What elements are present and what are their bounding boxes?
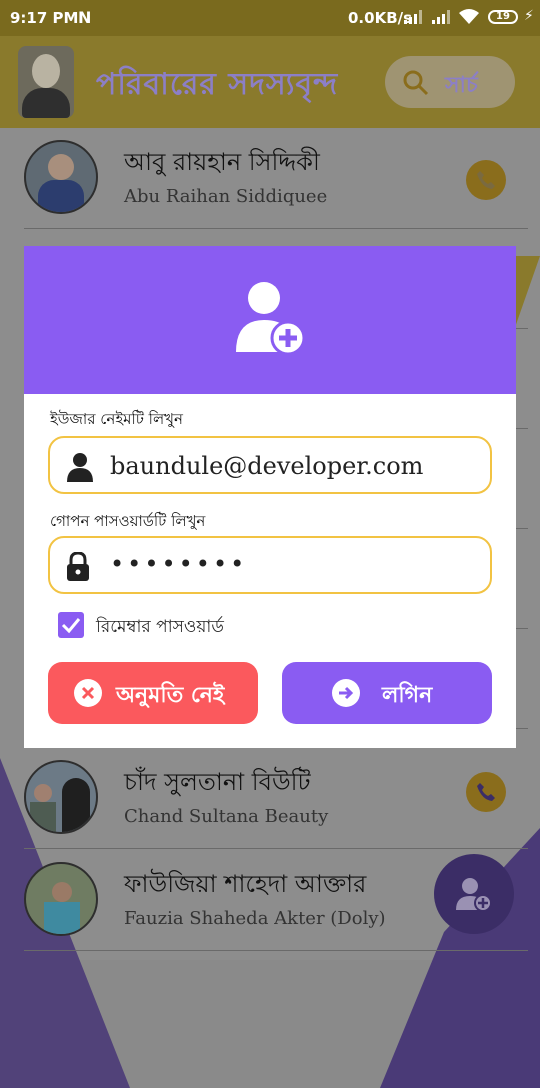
add-user-icon (236, 282, 306, 356)
search-icon (403, 70, 429, 96)
search-button[interactable]: সার্চ (385, 56, 515, 108)
deny-button-label: অনুমতি নেই (116, 683, 225, 708)
username-value: baundule@developer.com (110, 452, 424, 480)
check-icon (61, 618, 81, 634)
status-bar: 9:17 PM N 0.0KB/s 19 ⚡ (0, 0, 540, 36)
call-button[interactable] (466, 772, 506, 812)
status-time: 9:17 PM (10, 9, 79, 27)
password-field[interactable]: •••••••• (48, 536, 492, 594)
login-dialog: ইউজার নেইমটি লিখুন baundule@developer.co… (24, 246, 516, 748)
login-button-label: লগিন (382, 683, 433, 708)
password-label: গোপন পাসওয়ার্ডটি লিখুন (50, 512, 206, 530)
phone-icon (477, 783, 495, 801)
app-logo-avatar (18, 46, 74, 118)
member-name-bn: আবু রায়হান সিদ্দিকী (124, 148, 320, 176)
signal-icon (404, 10, 424, 24)
login-button[interactable]: লগিন (282, 662, 492, 724)
charging-icon: ⚡ (524, 8, 534, 24)
username-label: ইউজার নেইমটি লিখুন (50, 410, 183, 428)
lock-icon (67, 552, 89, 581)
signal-icon-2 (432, 10, 452, 24)
username-field[interactable]: baundule@developer.com (48, 436, 492, 494)
add-member-fab[interactable] (434, 854, 514, 934)
close-circle-icon (74, 679, 102, 707)
remember-checkbox[interactable] (58, 612, 84, 638)
network-speed: 0.0KB/s (348, 9, 413, 27)
phone-icon (477, 171, 495, 189)
notification-icon: N (78, 8, 92, 27)
member-name-en: Abu Raihan Siddiquee (124, 186, 328, 207)
member-name-bn: ফাউজিয়া শাহেদা আক্তার (124, 870, 367, 898)
user-icon (67, 453, 93, 482)
call-button[interactable] (466, 160, 506, 200)
list-item[interactable]: আবু রায়হান সিদ্দিকী Abu Raihan Siddique… (24, 128, 528, 229)
password-value: •••••••• (110, 550, 248, 578)
search-label: সার্চ (445, 73, 478, 98)
list-item[interactable]: চাঁদ সুলতানা বিউটি Chand Sultana Beauty (24, 748, 528, 849)
dialog-header (24, 246, 516, 394)
member-name-en: Fauzia Shaheda Akter (Doly) (124, 908, 386, 929)
member-name-bn: চাঁদ সুলতানা বিউটি (124, 768, 311, 796)
app-bar: পরিবারের সদস্যবৃন্দ সার্চ (0, 36, 540, 128)
arrow-right-icon (332, 679, 360, 707)
wifi-icon (459, 9, 479, 24)
deny-button[interactable]: অনুমতি নেই (48, 662, 258, 724)
remember-label[interactable]: রিমেম্বার পাসওয়ার্ড (96, 614, 224, 642)
battery-icon: 19 (488, 10, 518, 24)
member-name-en: Chand Sultana Beauty (124, 806, 329, 827)
avatar (24, 140, 98, 214)
avatar (24, 760, 98, 834)
avatar (24, 862, 98, 936)
page-title: পরিবারের সদস্যবৃন্দ (96, 67, 339, 102)
add-user-icon (456, 878, 492, 912)
